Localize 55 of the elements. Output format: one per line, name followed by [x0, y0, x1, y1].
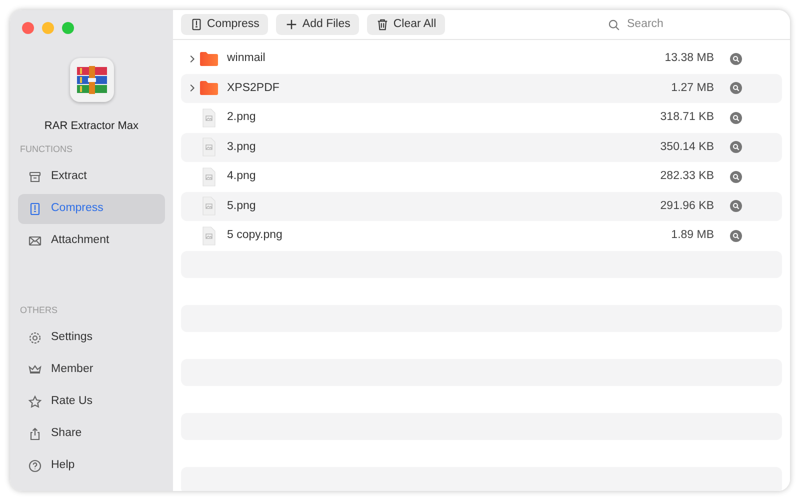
section-heading: OTHERS — [19, 304, 59, 316]
file-size: 291.96 KB — [659, 198, 714, 214]
sidebar-item[interactable]: Help — [18, 451, 165, 481]
search-icon — [608, 18, 620, 30]
sidebar-item[interactable]: Member — [18, 355, 165, 385]
settings-icon — [28, 331, 42, 345]
file-row[interactable]: 4.png 282.33 KB — [181, 162, 782, 192]
file-name: 3.png — [227, 140, 256, 155]
plus-icon — [285, 18, 298, 31]
file-row[interactable]: 2.png 318.71 KB — [181, 103, 782, 132]
trash-icon — [376, 18, 390, 31]
file-size: 13.38 MB — [664, 51, 714, 66]
file-size: 318.71 KB — [659, 110, 714, 126]
file-row[interactable]: 3.png 350.14 KB — [181, 132, 782, 162]
preview-icon[interactable] — [730, 141, 742, 154]
file-name: XPS2PDF — [227, 80, 280, 96]
file-size: 282.33 KB — [659, 169, 714, 184]
close-button[interactable] — [22, 22, 34, 34]
archive-icon — [28, 170, 42, 184]
file-row[interactable]: 5 copy.png 1.89 MB — [181, 221, 782, 250]
preview-icon[interactable] — [730, 170, 742, 183]
envelope-icon — [28, 234, 42, 248]
file-size: 350.14 KB — [659, 140, 714, 155]
share-icon — [28, 427, 42, 441]
file-name: 5 copy.png — [227, 228, 282, 244]
file-name: 4.png — [227, 169, 256, 184]
file-row[interactable]: winmail 13.38 MB — [181, 44, 782, 74]
file-row[interactable]: 5.png 291.96 KB — [181, 192, 782, 221]
preview-icon[interactable] — [730, 112, 742, 124]
folder-icon — [199, 50, 219, 67]
file-size: 1.89 MB — [670, 228, 714, 244]
search-field[interactable]: Search — [625, 14, 765, 34]
preview-icon[interactable] — [730, 82, 742, 94]
preview-icon[interactable] — [730, 230, 742, 242]
file-name: winmail — [227, 51, 266, 66]
toolbar-button[interactable]: Add Files — [276, 14, 360, 35]
section-heading: FUNCTIONS — [19, 142, 74, 156]
folder-icon — [199, 80, 219, 96]
toolbar-button[interactable]: Clear All — [367, 14, 446, 35]
file-name: 5.png — [227, 198, 256, 214]
help-icon — [28, 459, 42, 473]
preview-icon[interactable] — [730, 200, 742, 212]
sidebar-item[interactable]: Settings — [18, 323, 165, 353]
app-name: RAR Extractor Max — [44, 119, 139, 134]
app-logo-icon — [70, 58, 114, 102]
sidebar-item[interactable]: Extract — [18, 162, 165, 192]
preview-icon[interactable] — [730, 52, 742, 65]
sidebar-item[interactable]: Rate Us — [18, 387, 165, 417]
toolbar-button[interactable]: Compress — [181, 14, 268, 35]
file-size: 1.27 MB — [670, 80, 714, 96]
sidebar-item[interactable]: Attachment — [18, 226, 165, 256]
file-row[interactable]: XPS2PDF 1.27 MB — [181, 74, 782, 103]
file-name: 2.png — [227, 110, 256, 126]
star-icon — [28, 395, 42, 409]
sidebar-item[interactable]: Share — [18, 419, 165, 449]
